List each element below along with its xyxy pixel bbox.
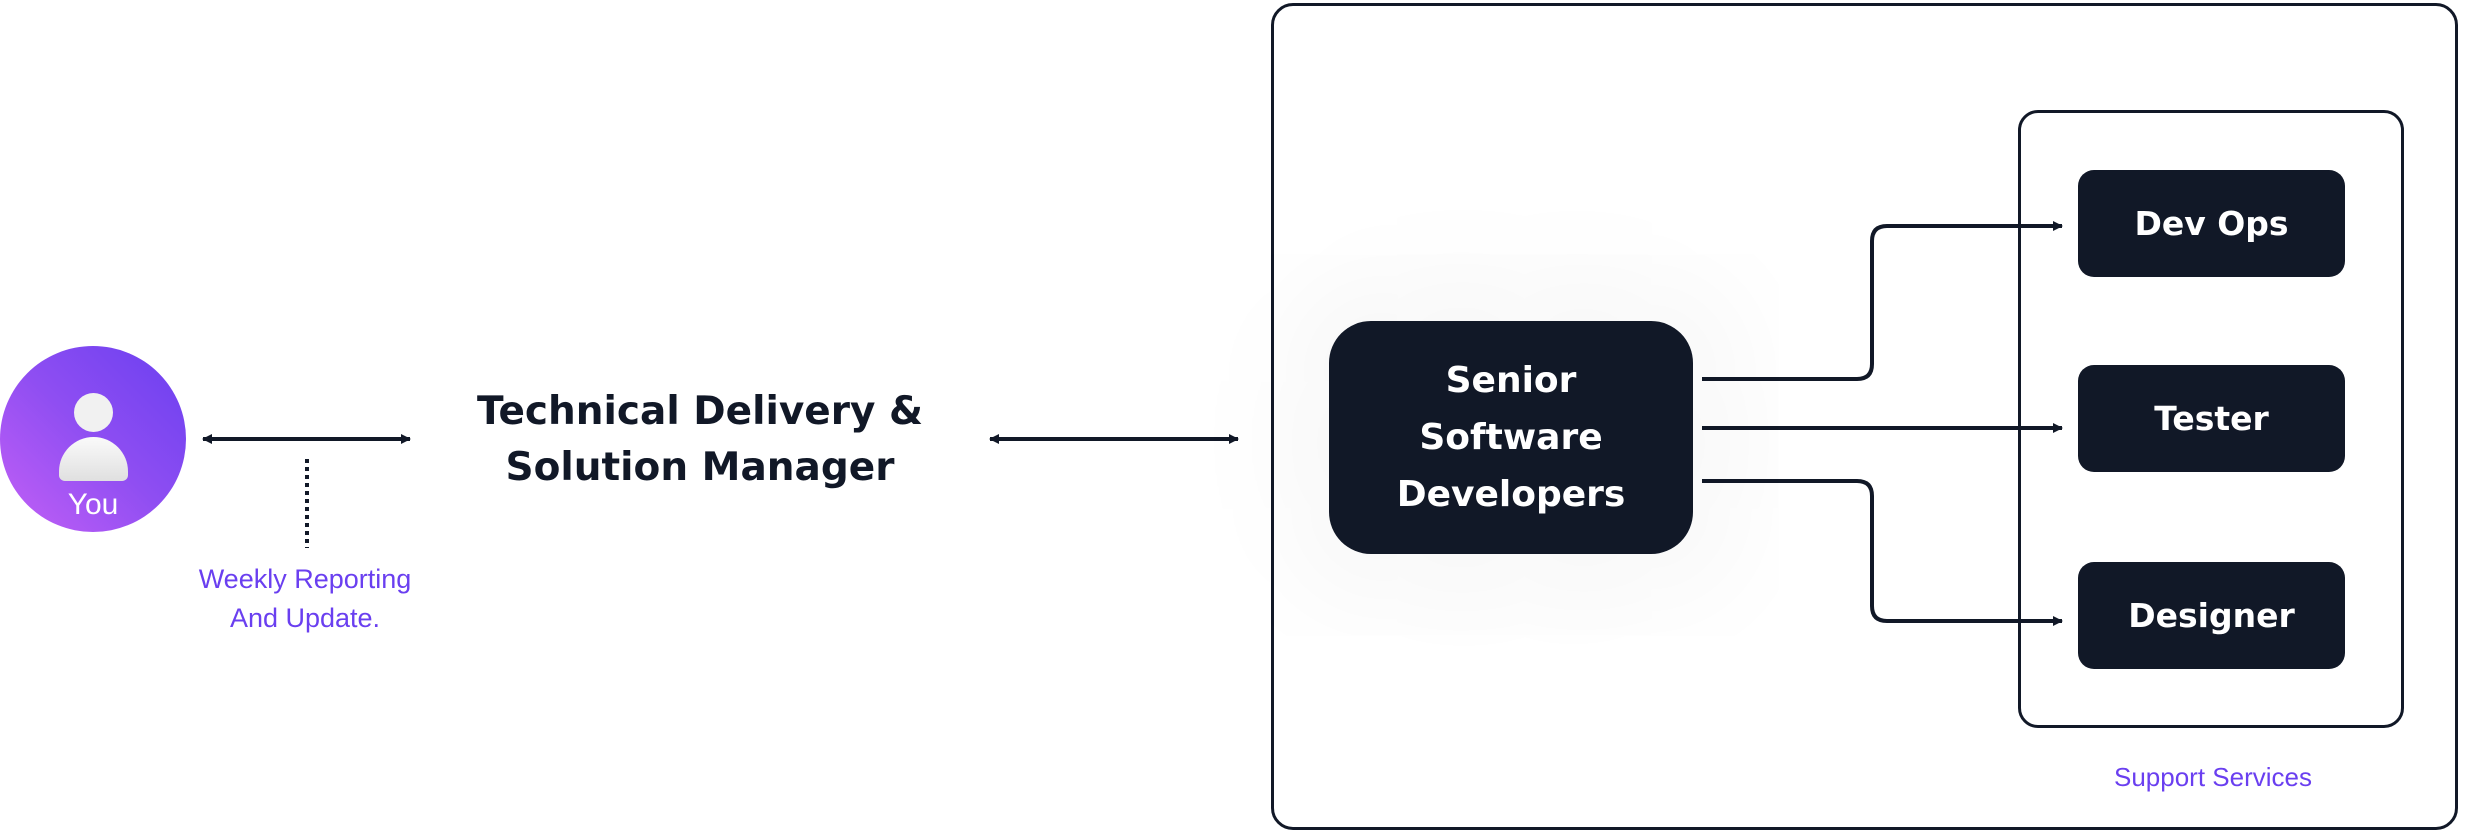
tester-node: Tester <box>2078 365 2345 472</box>
reporting-note-line1: Weekly Reporting <box>198 564 412 594</box>
support-services-label: Support Services <box>2114 762 2312 792</box>
devops-node: Dev Ops <box>2078 170 2345 277</box>
team-line3: Developers <box>1396 474 1626 515</box>
manager-node: Technical Delivery & Solution Manager <box>440 384 960 496</box>
manager-line2: Solution Manager <box>505 445 895 490</box>
client-avatar: You <box>0 346 186 532</box>
team-line1: Senior <box>1445 360 1577 401</box>
arrow-to-devops <box>1702 221 2063 381</box>
client-label: You <box>67 488 119 521</box>
manager-line1: Technical Delivery & <box>477 389 923 434</box>
devops-label: Dev Ops <box>2134 204 2289 243</box>
senior-developers-node: Senior Software Developers <box>1329 321 1693 554</box>
team-line2: Software <box>1419 417 1603 458</box>
arrow-to-designer <box>1702 479 2063 626</box>
reporting-note-line2: And Update. <box>229 603 381 633</box>
reporting-note: Weekly Reporting And Update. <box>160 560 450 638</box>
tester-label: Tester <box>2154 399 2269 438</box>
designer-label: Designer <box>2128 596 2295 635</box>
designer-node: Designer <box>2078 562 2345 669</box>
